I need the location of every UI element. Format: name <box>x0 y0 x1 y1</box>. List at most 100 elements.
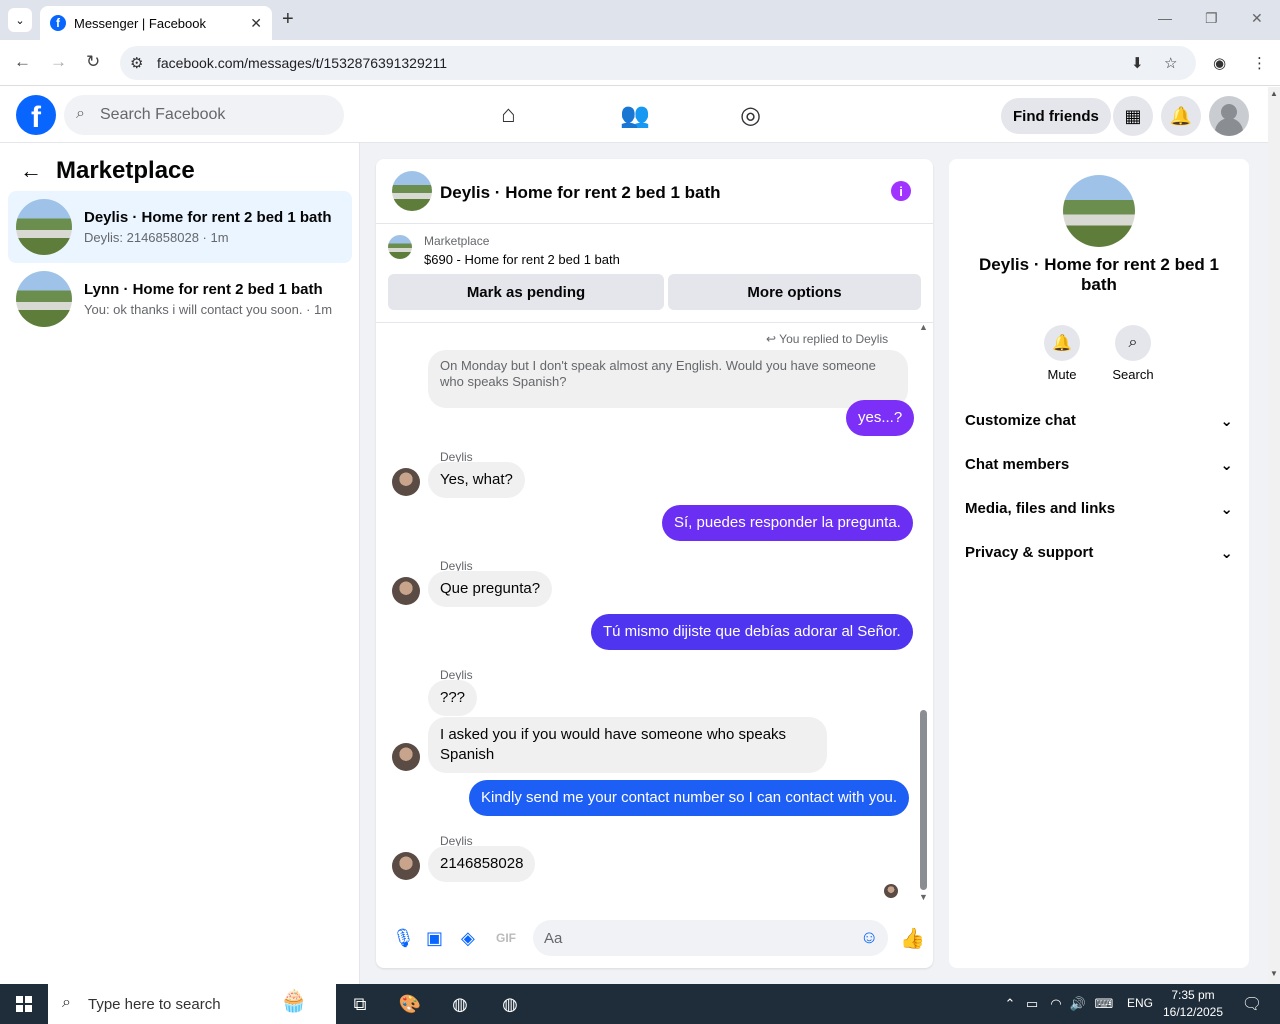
privacy-support-section[interactable]: Privacy & support ⌄ <box>965 544 1233 562</box>
search-icon: ⌕ <box>62 994 71 1011</box>
close-window-icon[interactable]: ✕ <box>1251 10 1263 27</box>
notifications-bell-icon[interactable]: 🔔 <box>1161 96 1201 136</box>
taskbar-search-input[interactable]: ⌕ Type here to search 🧁 <box>48 984 336 1024</box>
taskbar-clock[interactable]: 7:35 pm 16/12/2025 <box>1158 987 1228 1021</box>
chrome-app-icon[interactable]: ◍ <box>440 989 480 1019</box>
menu-kebab-icon[interactable]: ⋮ <box>1252 54 1267 72</box>
incoming-message[interactable]: 2146858028 <box>428 846 536 882</box>
chat-panel: Deylis · Home for rent 2 bed 1 bath i Ma… <box>376 159 933 968</box>
conversation-list-pane: ← Marketplace Deylis · Home for rent 2 b… <box>0 143 360 984</box>
listing-price[interactable]: $690 - Home for rent 2 bed 1 bath <box>424 252 620 267</box>
chevron-down-icon: ⌄ <box>1220 501 1233 518</box>
outgoing-message[interactable]: Tú mismo dijiste que debías adorar al Se… <box>591 614 913 650</box>
paint-app-icon[interactable]: 🎨 <box>390 989 430 1019</box>
chat-info-avatar[interactable] <box>1063 175 1135 247</box>
reply-arrow-icon: ↩ <box>766 332 780 346</box>
sticker-icon[interactable]: ◈ <box>461 928 475 949</box>
message-list: ↩ You replied to Deylis On Monday but I … <box>376 324 933 904</box>
home-icon[interactable]: ⌂ <box>501 101 516 129</box>
page-scroll-down-icon[interactable]: ▼ <box>1270 969 1278 978</box>
media-files-links-section[interactable]: Media, files and links ⌄ <box>965 500 1233 518</box>
restore-icon[interactable]: ❐ <box>1205 10 1218 27</box>
taskbar-search-placeholder: Type here to search <box>88 995 221 1013</box>
tab-title: Messenger | Facebook <box>74 15 206 31</box>
mark-as-pending-button[interactable]: Mark as pending <box>388 274 664 310</box>
bookmark-star-icon[interactable]: ☆ <box>1164 54 1177 72</box>
groups-icon[interactable]: ◎ <box>740 101 761 130</box>
scroll-up-icon[interactable]: ▲ <box>919 322 928 332</box>
chrome-profile-app-icon[interactable]: ◍ <box>490 989 530 1019</box>
site-info-icon[interactable]: ⚙ <box>130 54 143 72</box>
profile-icon[interactable]: ◉ <box>1213 54 1226 72</box>
sender-avatar[interactable] <box>392 852 420 880</box>
find-friends-button[interactable]: Find friends <box>1001 98 1111 134</box>
mute-button[interactable]: 🔔 Mute <box>1032 325 1092 382</box>
more-options-button[interactable]: More options <box>668 274 921 310</box>
page-scroll-up-icon[interactable]: ▲ <box>1270 89 1278 98</box>
emoji-icon[interactable]: ☺ <box>860 927 878 948</box>
scrollbar-thumb[interactable] <box>920 710 927 890</box>
chevron-down-icon: ⌄ <box>1220 413 1233 430</box>
message-scrollbar[interactable]: ▲ ▼ <box>919 322 929 902</box>
browser-tab[interactable]: f Messenger | Facebook ✕ <box>40 6 272 40</box>
incoming-message[interactable]: ??? <box>428 680 478 716</box>
search-placeholder: Search Facebook <box>100 106 226 123</box>
microphone-icon[interactable]: 🎙 <box>392 928 415 949</box>
incoming-message[interactable]: I asked you if you would have someone wh… <box>428 717 827 773</box>
conversation-item[interactable]: Deylis · Home for rent 2 bed 1 bath Deyl… <box>8 191 352 263</box>
chat-header: Deylis · Home for rent 2 bed 1 bath i <box>376 159 933 224</box>
outgoing-message[interactable]: Kindly send me your contact number so I … <box>469 780 910 816</box>
chevron-down-icon: ⌄ <box>1220 545 1233 562</box>
minimize-icon[interactable]: — <box>1158 10 1172 26</box>
forward-icon[interactable]: → <box>50 52 67 72</box>
scroll-down-icon[interactable]: ▼ <box>919 892 928 902</box>
notifications-icon[interactable]: 🗨 <box>1232 989 1272 1019</box>
facebook-header: f ⌕ Search Facebook ⌂ 👥 ◎ Find friends ▦… <box>0 87 1268 143</box>
sender-avatar[interactable] <box>392 577 420 605</box>
task-view-icon[interactable]: ⧉ <box>340 989 380 1019</box>
language-indicator[interactable]: ENG <box>1127 996 1153 1010</box>
photo-icon[interactable]: ▣ <box>426 928 443 949</box>
reload-icon[interactable]: ↻ <box>86 52 100 72</box>
outgoing-message[interactable]: Sí, puedes responder la pregunta. <box>662 505 913 541</box>
message-input[interactable]: Aa <box>533 920 888 956</box>
pane-title: Marketplace <box>56 157 195 184</box>
composer: 🎙 ▣ ◈ GIF Aa ☺ 👍 <box>376 914 933 968</box>
chat-title[interactable]: Deylis · Home for rent 2 bed 1 bath <box>440 183 721 203</box>
browser-tab-bar: ⌄ f Messenger | Facebook ✕ + — ❐ ✕ <box>0 0 1280 40</box>
chat-members-section[interactable]: Chat members ⌄ <box>965 456 1233 474</box>
chat-info-title: Deylis · Home for rent 2 bed 1 bath <box>979 255 1219 294</box>
customize-chat-section[interactable]: Customize chat ⌄ <box>965 412 1233 430</box>
friends-icon[interactable]: 👥 <box>620 101 650 130</box>
incoming-message[interactable]: Que pregunta? <box>428 571 553 607</box>
like-thumb-icon[interactable]: 👍 <box>900 926 925 951</box>
windows-start-icon[interactable] <box>16 996 32 1012</box>
clock-date: 16/12/2025 <box>1162 1005 1224 1019</box>
new-tab-icon[interactable]: + <box>282 8 294 31</box>
keyboard-icon[interactable]: ⌨ <box>1084 989 1124 1019</box>
menu-grid-icon[interactable]: ▦ <box>1113 96 1153 136</box>
search-input[interactable]: ⌕ Search Facebook <box>64 95 344 135</box>
info-icon[interactable]: i <box>891 181 911 201</box>
close-tab-icon[interactable]: ✕ <box>250 15 262 32</box>
back-icon[interactable]: ← <box>14 52 31 72</box>
outgoing-message[interactable]: yes...? <box>846 400 915 436</box>
search-conversation-button[interactable]: ⌕ Search <box>1103 325 1163 382</box>
listing-thumbnail[interactable] <box>388 235 412 259</box>
facebook-logo-icon[interactable]: f <box>16 95 56 135</box>
listing-thumbnail <box>16 271 72 327</box>
back-arrow-icon[interactable]: ← <box>20 158 42 184</box>
windows-taskbar: ⌕ Type here to search 🧁 ⧉ 🎨 ◍ ◍ ⌃ ▭ ◠ 🔊 … <box>0 984 1280 1024</box>
chat-avatar[interactable] <box>392 171 432 211</box>
account-avatar[interactable] <box>1209 96 1249 136</box>
page-scrollbar[interactable]: ▲ ▼ <box>1268 87 1280 984</box>
install-app-icon[interactable]: ⬇ <box>1131 54 1144 72</box>
section-label: Privacy & support <box>965 544 1094 561</box>
gif-icon[interactable]: GIF <box>496 931 516 945</box>
incoming-message[interactable]: Yes, what? <box>428 462 525 498</box>
url-field[interactable]: facebook.com/messages/t/1532876391329211 <box>120 46 1196 80</box>
conversation-item[interactable]: Lynn · Home for rent 2 bed 1 bath You: o… <box>8 263 352 335</box>
sender-avatar[interactable] <box>392 468 420 496</box>
tab-search-icon[interactable]: ⌄ <box>8 8 32 32</box>
sender-avatar[interactable] <box>392 743 420 771</box>
